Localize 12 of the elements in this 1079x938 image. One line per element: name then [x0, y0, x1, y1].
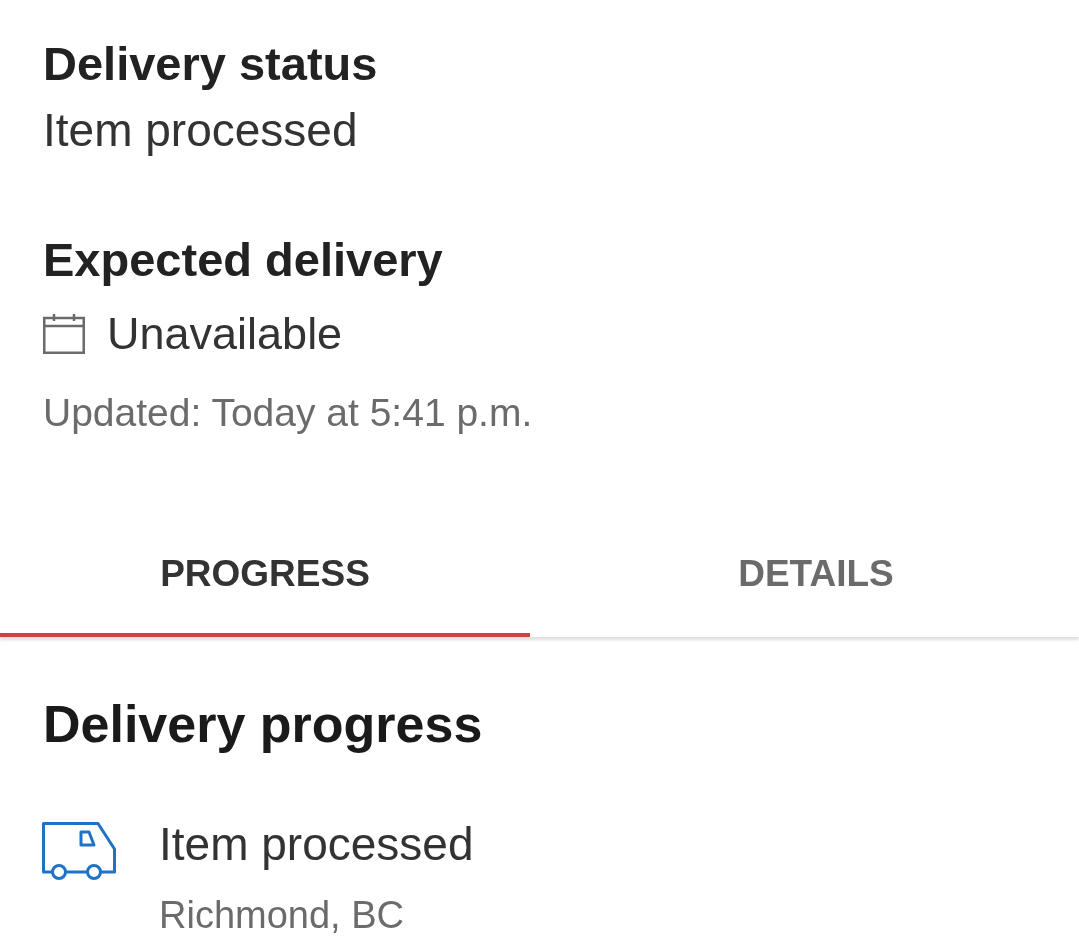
- calendar-icon: [43, 314, 85, 354]
- expected-delivery-heading: Expected delivery: [43, 232, 443, 288]
- delivery-progress-heading: Delivery progress: [43, 694, 483, 755]
- delivery-status-heading: Delivery status: [43, 36, 378, 92]
- progress-event-title: Item processed: [159, 817, 474, 872]
- delivery-truck-icon: [42, 822, 116, 880]
- expected-delivery-value: Unavailable: [107, 307, 343, 361]
- tab[interactable]: DETAILS: [530, 500, 1079, 637]
- updated-time-text: Updated: Today at 5:41 p.m.: [43, 390, 533, 436]
- delivery-status-value: Item processed: [43, 103, 358, 158]
- progress-event-location: Richmond, BC: [159, 893, 404, 937]
- tab[interactable]: PROGRESS: [0, 500, 530, 637]
